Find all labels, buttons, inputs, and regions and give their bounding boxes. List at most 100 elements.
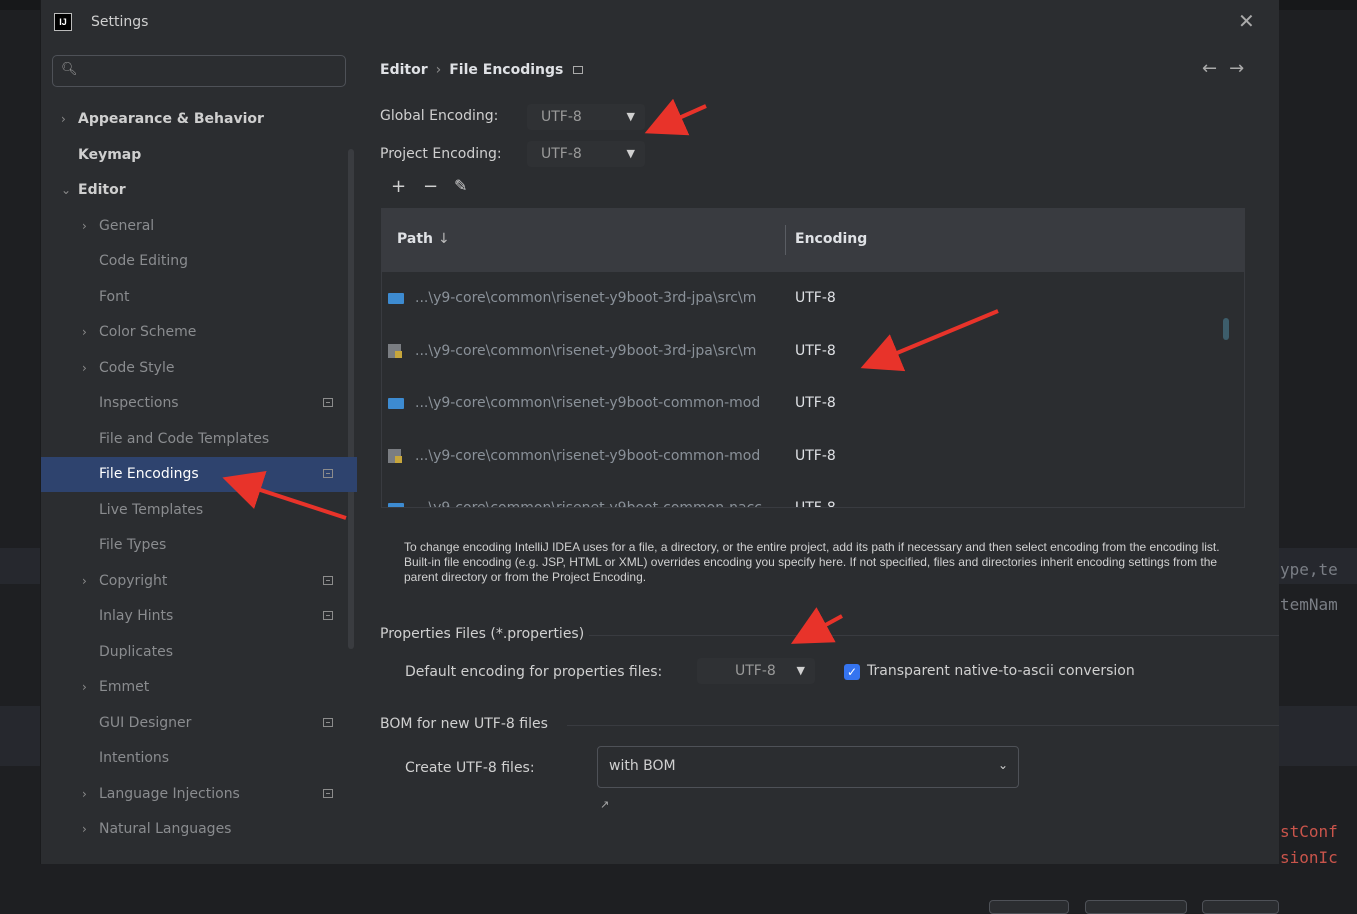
sidebar-item[interactable]: › Appearance & Behavior: [41, 102, 357, 137]
path-header-label: Path: [397, 231, 433, 247]
row-encoding[interactable]: UTF-8: [795, 325, 836, 377]
chevron-right-icon[interactable]: ›: [82, 670, 87, 705]
transparent-conversion-label: Transparent native-to-ascii conversion: [867, 663, 1135, 679]
sidebar-item[interactable]: ⌄ Editor: [41, 173, 357, 208]
sidebar-item-label: Copyright: [99, 572, 168, 589]
sidebar-item[interactable]: Inlay Hints: [41, 599, 357, 634]
background-code-line: sionIc: [1280, 848, 1338, 867]
sidebar-item[interactable]: Code Editing: [41, 244, 357, 279]
sidebar-item-label: Code Editing: [99, 253, 189, 269]
sidebar-item[interactable]: › Color Scheme: [41, 315, 357, 350]
table-row[interactable]: ...\y9-core\common\risenet-y9boot-3rd-jp…: [382, 272, 1244, 324]
chevron-right-icon[interactable]: ›: [82, 209, 87, 244]
global-encoding-combo[interactable]: UTF-8 ▼: [527, 104, 645, 130]
remove-icon[interactable]: −: [423, 176, 438, 197]
sidebar-item-label: Natural Languages: [99, 821, 232, 837]
sidebar-item[interactable]: File Encodings: [41, 457, 357, 492]
sidebar-item-label: GUI Designer: [99, 714, 192, 731]
title-bar: IJ Settings ✕: [41, 0, 1279, 44]
back-arrow-icon[interactable]: ←: [1202, 58, 1229, 79]
sidebar-item-label: Font: [99, 288, 130, 305]
help-text: To change encoding IntelliJ IDEA uses fo…: [404, 540, 1220, 584]
sidebar-item-label: Inspections: [99, 395, 179, 411]
chevron-right-icon[interactable]: ›: [82, 777, 87, 812]
sidebar-item[interactable]: Duplicates: [41, 635, 357, 670]
sidebar-item-label: Duplicates: [99, 643, 173, 660]
background-code-line: temNam: [1280, 595, 1338, 614]
sidebar-item-label: Language Injections: [99, 785, 240, 802]
add-icon[interactable]: +: [391, 176, 406, 197]
sidebar-item[interactable]: › Copyright: [41, 564, 357, 599]
sidebar-item[interactable]: Inspections: [41, 386, 357, 421]
sidebar-item[interactable]: Intentions: [41, 741, 357, 776]
sidebar-item-label: File and Code Templates: [99, 430, 270, 447]
project-encoding-combo[interactable]: UTF-8 ▼: [527, 141, 645, 167]
dialog-button[interactable]: [1085, 900, 1187, 914]
sidebar-item-label: Inlay Hints: [99, 608, 174, 624]
breadcrumb-current: File Encodings: [449, 62, 564, 78]
row-encoding[interactable]: UTF-8: [795, 430, 836, 482]
file-icon: [388, 448, 402, 463]
search-input[interactable]: 🔍︎: [52, 55, 346, 87]
chevron-right-icon[interactable]: ›: [82, 351, 87, 386]
sidebar-item-label: Live Templates: [99, 501, 204, 518]
table-row[interactable]: ...\y9-core\common\risenet-y9boot-common…: [382, 482, 1244, 507]
background-code-line: ype,te: [1280, 560, 1338, 579]
edit-icon[interactable]: ✎: [454, 176, 467, 195]
sidebar-item[interactable]: Keymap: [41, 138, 357, 173]
path-encoding-table: Path ↓ Encoding ...\y9-core\common\risene…: [381, 208, 1245, 508]
folder-icon: [388, 293, 404, 304]
sidebar-item[interactable]: › Language Injections: [41, 777, 357, 812]
transparent-conversion-checkbox[interactable]: ✓: [844, 664, 860, 680]
table-header: Path ↓ Encoding: [382, 209, 1244, 272]
encoding-column-header[interactable]: Encoding: [795, 231, 867, 247]
table-row[interactable]: ...\y9-core\common\risenet-y9boot-common…: [382, 377, 1244, 429]
sidebar-item-label: Intentions: [99, 750, 170, 766]
sidebar-item[interactable]: GUI Designer: [41, 706, 357, 741]
row-path: ...\y9-core\common\risenet-y9boot-common…: [415, 447, 761, 464]
project-scope-icon: [323, 469, 333, 478]
create-utf8-select[interactable]: with BOM ⌄: [597, 746, 1019, 788]
table-row[interactable]: ...\y9-core\common\risenet-y9boot-common…: [382, 430, 1244, 482]
chevron-down-icon: ▼: [626, 110, 635, 123]
row-path: ...\y9-core\common\risenet-y9boot-common…: [415, 395, 761, 411]
file-icon: [388, 343, 402, 358]
row-encoding[interactable]: UTF-8: [795, 482, 836, 507]
info-link-arrow-icon[interactable]: ↗: [600, 798, 609, 811]
sidebar-item[interactable]: › General: [41, 209, 357, 244]
close-icon[interactable]: ✕: [1238, 10, 1255, 32]
properties-section-title: Properties Files (*.properties): [380, 626, 585, 642]
row-encoding[interactable]: UTF-8: [795, 377, 836, 429]
history-navigation: ←→: [1202, 58, 1256, 79]
chevron-right-icon[interactable]: ›: [82, 315, 87, 350]
default-properties-encoding-label: Default encoding for properties files:: [405, 664, 663, 680]
dialog-button[interactable]: [1202, 900, 1279, 914]
project-scope-icon: [323, 717, 333, 727]
sidebar-item[interactable]: › Code Style: [41, 351, 357, 386]
sidebar-item[interactable]: › Natural Languages: [41, 812, 357, 847]
sidebar-item[interactable]: File Types: [41, 528, 357, 563]
properties-encoding-combo[interactable]: UTF-8 ▼: [697, 658, 815, 684]
row-encoding[interactable]: UTF-8: [795, 272, 836, 324]
chevron-right-icon[interactable]: ›: [61, 102, 66, 137]
sidebar-item-label: Keymap: [78, 146, 142, 163]
table-row[interactable]: ...\y9-core\common\risenet-y9boot-3rd-jp…: [382, 325, 1244, 377]
column-divider[interactable]: [785, 225, 786, 255]
search-icon: 🔍︎: [61, 62, 78, 77]
dialog-button[interactable]: [989, 900, 1069, 914]
chevron-right-icon[interactable]: ›: [82, 564, 87, 599]
sidebar-item[interactable]: Live Templates: [41, 493, 357, 528]
chevron-down-icon[interactable]: ⌄: [61, 173, 71, 208]
forward-arrow-icon[interactable]: →: [1229, 58, 1256, 79]
sidebar-item[interactable]: File and Code Templates: [41, 422, 357, 457]
chevron-right-icon[interactable]: ›: [82, 812, 87, 847]
section-divider: [567, 725, 1279, 726]
breadcrumb-parent[interactable]: Editor: [380, 62, 428, 78]
path-column-header[interactable]: Path ↓: [397, 231, 450, 247]
sidebar-item[interactable]: Font: [41, 280, 357, 315]
sidebar-item[interactable]: › Emmet: [41, 670, 357, 705]
settings-sidebar: 🔍︎ › Appearance & Behavior Keymap ⌄ Editor › G…: [41, 44, 357, 864]
global-encoding-label: Global Encoding:: [380, 108, 499, 124]
table-scrollbar[interactable]: [1223, 318, 1229, 340]
settings-content: Editor › File Encodings ←→ Global Encoding…: [357, 44, 1279, 914]
